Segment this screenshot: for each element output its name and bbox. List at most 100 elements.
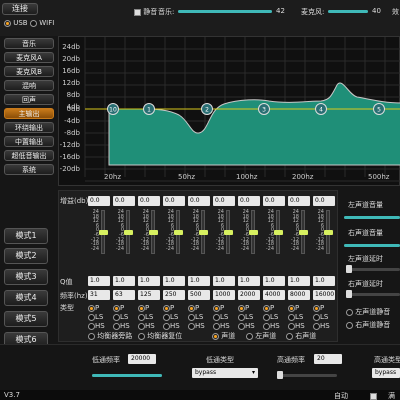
band-type-option[interactable]: HS — [313, 322, 330, 330]
band-freq-input[interactable]: 125 — [138, 290, 160, 300]
band-gain-slider[interactable] — [274, 210, 283, 254]
eq-node-5[interactable]: 5 — [373, 103, 385, 115]
channel-left-option[interactable]: 左声道 — [246, 331, 276, 341]
band-q-input[interactable]: 1.0 — [163, 276, 185, 286]
band-freq-input[interactable]: 1000 — [213, 290, 235, 300]
eq-reset-radio[interactable] — [138, 332, 145, 340]
eq-graph-panel[interactable]: 10 1 2 3 4 5 — [58, 36, 400, 186]
conn-wifi-option[interactable]: WIFI — [30, 19, 54, 27]
band-freq-input[interactable]: 4000 — [263, 290, 285, 300]
band-type-radio[interactable] — [88, 304, 95, 312]
band-type-option[interactable]: LS — [288, 313, 303, 321]
band-gain-knob[interactable] — [249, 230, 258, 235]
band-gain-knob[interactable] — [174, 230, 183, 235]
left-mute-option[interactable]: 左声道静音 — [346, 307, 390, 317]
band-gain-knob[interactable] — [224, 230, 233, 235]
eq-bypass-radio[interactable] — [88, 332, 95, 340]
channel-stereo-option[interactable]: 声道 — [212, 331, 235, 341]
sidebar-item-reverb[interactable]: 混响 — [4, 80, 54, 91]
sidebar-item-center-output[interactable]: 中置输出 — [4, 136, 54, 147]
band-type-radio[interactable] — [288, 313, 295, 321]
band-q-input[interactable]: 1.0 — [213, 276, 235, 286]
band-freq-input[interactable]: 63 — [113, 290, 135, 300]
channel-left-radio[interactable] — [246, 332, 253, 340]
left-mute-radio[interactable] — [346, 308, 353, 316]
channel-right-option[interactable]: 右声道 — [286, 331, 316, 341]
band-type-option[interactable]: LS — [88, 313, 103, 321]
band-gain-slider[interactable] — [174, 210, 183, 254]
sidebar-item-mic-b[interactable]: 麦克风B — [4, 66, 54, 77]
band-type-radio[interactable] — [288, 322, 295, 330]
band-gain-slider[interactable] — [249, 210, 258, 254]
auto-option[interactable]: 自动 — [334, 391, 378, 400]
highpass-freq-knob[interactable] — [277, 371, 283, 379]
band-type-option[interactable]: HS — [188, 322, 205, 330]
band-gain-input[interactable]: 0.0 — [138, 196, 160, 206]
band-gain-input[interactable]: 0.0 — [88, 196, 110, 206]
band-type-option[interactable]: P — [263, 304, 274, 312]
band-type-radio[interactable] — [238, 322, 245, 330]
band-type-radio[interactable] — [263, 313, 270, 321]
left-delay-knob[interactable] — [346, 265, 352, 273]
band-q-input[interactable]: 1.0 — [88, 276, 110, 286]
band-type-radio[interactable] — [138, 313, 145, 321]
mute-checkbox[interactable] — [134, 8, 141, 16]
band-gain-slider[interactable] — [99, 210, 108, 254]
band-q-input[interactable]: 1.0 — [138, 276, 160, 286]
band-type-option[interactable]: LS — [113, 313, 128, 321]
right-mute-radio[interactable] — [346, 321, 353, 329]
sidebar-item-system[interactable]: 系统 — [4, 164, 54, 175]
band-gain-knob[interactable] — [274, 230, 283, 235]
band-type-option[interactable]: LS — [238, 313, 253, 321]
band-type-option[interactable]: P — [288, 304, 299, 312]
band-gain-knob[interactable] — [149, 230, 158, 235]
band-type-radio[interactable] — [88, 313, 95, 321]
band-gain-input[interactable]: 0.0 — [313, 196, 335, 206]
band-q-input[interactable]: 1.0 — [113, 276, 135, 286]
highpass-freq-input[interactable]: 20 — [314, 354, 342, 364]
band-type-option[interactable]: LS — [138, 313, 153, 321]
band-q-input[interactable]: 1.0 — [238, 276, 260, 286]
band-type-option[interactable]: LS — [163, 313, 178, 321]
band-gain-knob[interactable] — [99, 230, 108, 235]
band-gain-slider[interactable] — [299, 210, 308, 254]
band-type-radio[interactable] — [238, 313, 245, 321]
band-gain-input[interactable]: 0.0 — [188, 196, 210, 206]
music-volume-slider[interactable] — [178, 10, 272, 13]
eq-graph-svg[interactable]: 10 1 2 3 4 5 — [59, 37, 400, 187]
right-volume-slider[interactable] — [344, 244, 400, 247]
band-type-option[interactable]: HS — [163, 322, 180, 330]
eq-node-1[interactable]: 1 — [143, 103, 155, 115]
band-type-option[interactable]: P — [238, 304, 249, 312]
band-gain-input[interactable]: 0.0 — [113, 196, 135, 206]
band-gain-input[interactable]: 0.0 — [213, 196, 235, 206]
band-type-radio[interactable] — [113, 313, 120, 321]
band-gain-knob[interactable] — [324, 230, 333, 235]
band-type-option[interactable]: LS — [313, 313, 328, 321]
band-freq-input[interactable]: 16000 — [313, 290, 335, 300]
sidebar-item-main-output[interactable]: 主输出 — [4, 108, 54, 119]
band-q-input[interactable]: 1.0 — [188, 276, 210, 286]
band-type-option[interactable]: P — [88, 304, 99, 312]
band-freq-input[interactable]: 31 — [88, 290, 110, 300]
eq-node-3[interactable]: 3 — [258, 103, 270, 115]
highpass-freq-slider[interactable] — [277, 371, 337, 379]
sidebar-item-sub-output[interactable]: 超低音输出 — [4, 150, 54, 161]
band-type-option[interactable]: HS — [213, 322, 230, 330]
eq-node-2[interactable]: 2 — [201, 103, 213, 115]
band-q-input[interactable]: 1.0 — [313, 276, 335, 286]
band-gain-knob[interactable] — [199, 230, 208, 235]
wifi-radio[interactable] — [30, 19, 37, 27]
sidebar-item-surround-output[interactable]: 环绕输出 — [4, 122, 54, 133]
lowpass-freq-slider[interactable] — [92, 374, 162, 377]
eq-node-4[interactable]: 4 — [315, 103, 327, 115]
band-type-option[interactable]: HS — [238, 322, 255, 330]
band-q-input[interactable]: 1.0 — [288, 276, 310, 286]
band-type-option[interactable]: HS — [113, 322, 130, 330]
sidebar-item-mic-a[interactable]: 麦克风A — [4, 52, 54, 63]
band-gain-input[interactable]: 0.0 — [163, 196, 185, 206]
band-freq-input[interactable]: 250 — [163, 290, 185, 300]
band-type-option[interactable]: P — [213, 304, 224, 312]
band-type-radio[interactable] — [213, 322, 220, 330]
band-type-radio[interactable] — [288, 304, 295, 312]
